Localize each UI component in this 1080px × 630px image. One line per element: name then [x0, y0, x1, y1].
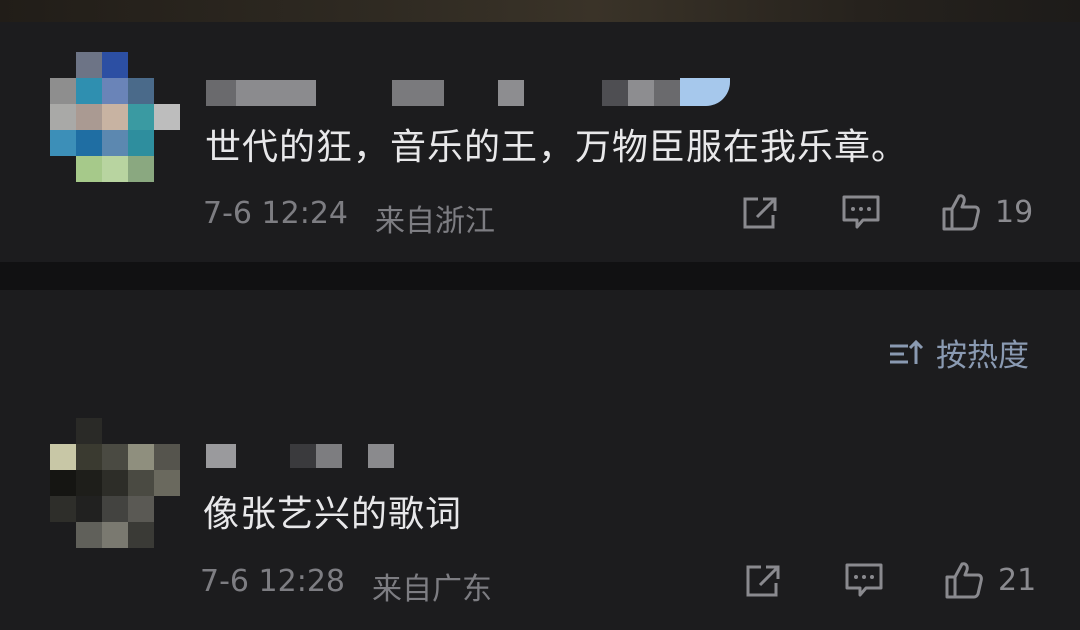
sort-icon [890, 339, 924, 364]
like-button[interactable]: 19 [941, 192, 1033, 232]
comment-location: 来自浙江 [375, 204, 495, 239]
sort-label: 按热度 [936, 338, 1029, 374]
share-button[interactable] [744, 563, 782, 599]
comment-icon [842, 195, 880, 229]
avatar[interactable] [50, 418, 180, 548]
share-icon [746, 565, 780, 597]
comment-icon [845, 563, 883, 597]
top-image-strip [0, 0, 1080, 22]
like-count: 19 [995, 194, 1034, 230]
sort-by-hot-button[interactable]: 按热度 [888, 330, 1029, 375]
comment-text: 像张艺兴的歌词 [203, 494, 463, 535]
avatar[interactable] [50, 52, 180, 182]
username-masked[interactable] [206, 442, 406, 470]
section-divider [0, 262, 1080, 290]
share-button[interactable] [741, 195, 779, 231]
like-button[interactable]: 21 [944, 560, 1036, 600]
comment-timestamp: 7-6 12:28 [200, 564, 345, 599]
comment-timestamp: 7-6 12:24 [203, 196, 348, 231]
comment-text: 世代的狂，音乐的王，万物臣服在我乐章。 [205, 127, 909, 168]
reply-button[interactable] [841, 193, 881, 231]
thumbs-up-icon [942, 194, 980, 231]
share-icon [743, 197, 777, 229]
thumbs-up-icon [945, 562, 983, 599]
reply-button[interactable] [844, 561, 884, 599]
comment-location: 来自广东 [372, 572, 492, 607]
username-masked[interactable] [206, 78, 736, 106]
like-count: 21 [998, 562, 1037, 598]
